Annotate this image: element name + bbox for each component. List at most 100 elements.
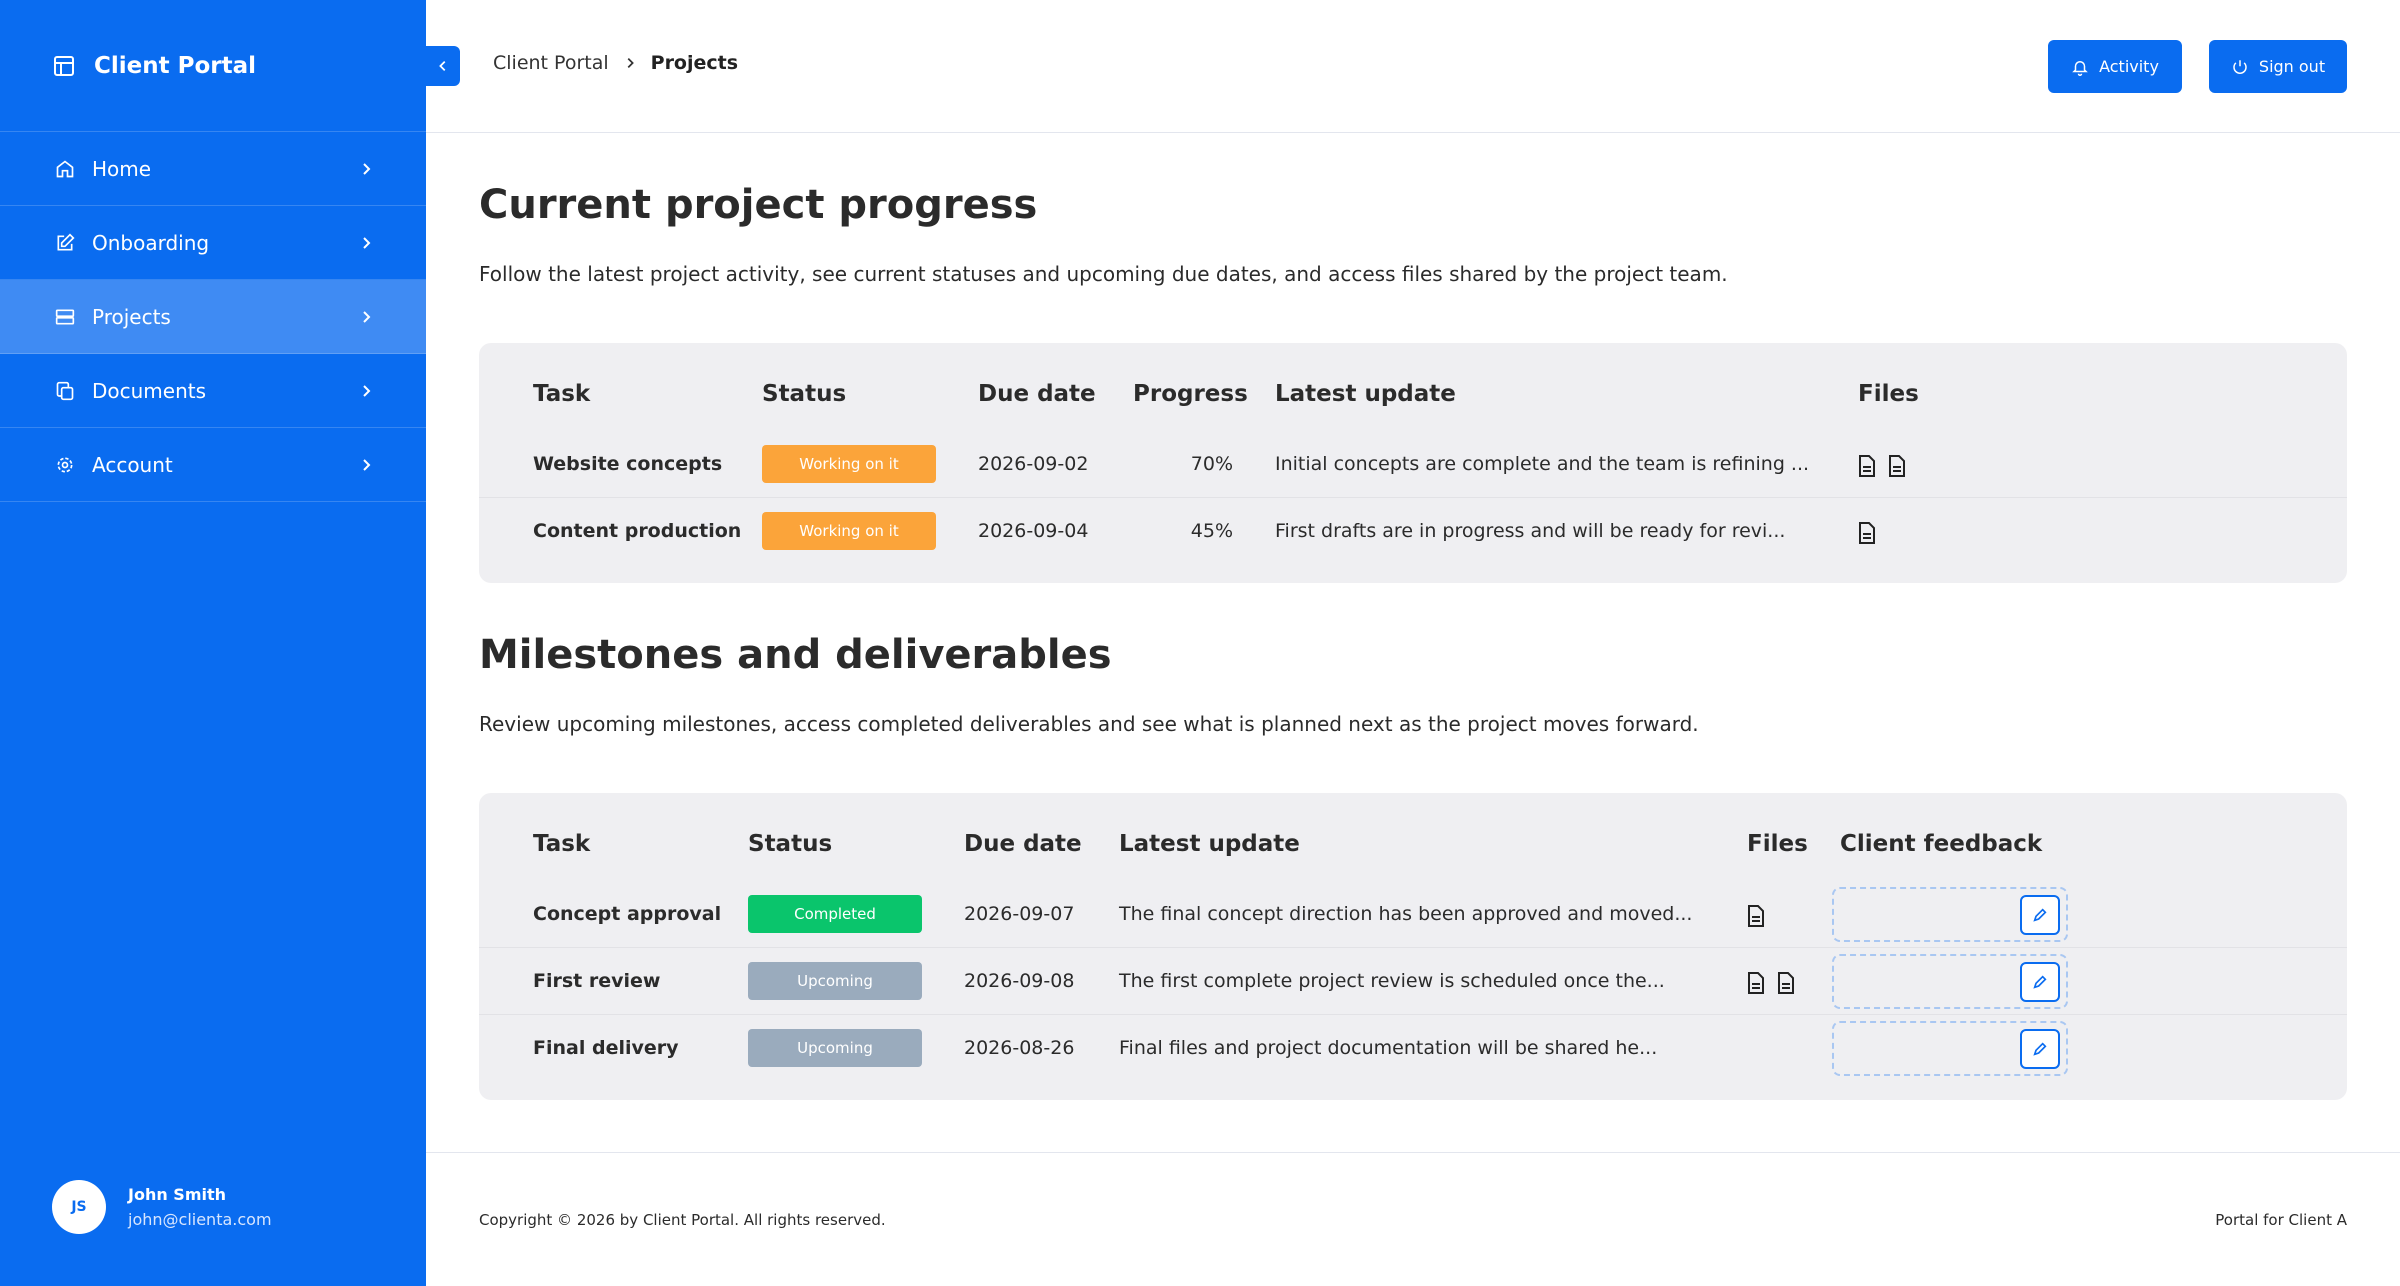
progress-section-description: Follow the latest project activity, see … — [479, 262, 1728, 286]
status-badge: Working on it — [762, 512, 936, 550]
column-header-status: Status — [762, 381, 847, 407]
latest-update: Final files and project documentation wi… — [1119, 1037, 1658, 1059]
latest-update: First drafts are in progress and will be… — [1275, 520, 1786, 542]
milestones-table: Task Status Due date Latest update Files… — [479, 793, 2347, 1100]
chevron-right-icon — [363, 162, 371, 175]
table-row: Concept approval Completed 2026-09-07 Th… — [479, 881, 2347, 948]
pencil-icon — [2033, 975, 2047, 989]
progress-value: 70% — [1190, 453, 1233, 475]
sidebar: Client Portal Home Onboarding Projects D… — [0, 0, 426, 1286]
column-header-client-feedback: Client feedback — [1840, 831, 2043, 857]
breadcrumb-root[interactable]: Client Portal — [493, 52, 609, 74]
sidebar-item-label: Home — [92, 156, 152, 181]
column-header-latest-update: Latest update — [1119, 831, 1300, 857]
column-header-status: Status — [748, 831, 833, 857]
sidebar-item-label: Documents — [92, 378, 207, 403]
task-name: Final delivery — [533, 1037, 679, 1059]
task-name: Content production — [533, 520, 742, 542]
latest-update: The first complete project review is sch… — [1119, 970, 1665, 992]
pencil-icon — [2033, 908, 2047, 922]
column-header-latest-update: Latest update — [1275, 381, 1456, 407]
chevron-right-icon — [363, 458, 371, 471]
avatar: JS — [52, 1180, 106, 1234]
due-date: 2026-09-07 — [964, 903, 1075, 925]
due-date: 2026-08-26 — [964, 1037, 1075, 1059]
sidebar-item-label: Account — [92, 452, 173, 477]
milestones-section-description: Review upcoming milestones, access compl… — [479, 712, 1699, 736]
chevron-right-icon — [627, 58, 634, 68]
table-row: First review Upcoming 2026-09-08 The fir… — [479, 948, 2347, 1015]
brand[interactable]: Client Portal — [0, 0, 426, 132]
collapse-sidebar-button[interactable] — [426, 46, 460, 86]
table-row: Final delivery Upcoming 2026-08-26 Final… — [479, 1015, 2347, 1082]
client-feedback-field[interactable] — [1832, 887, 2068, 942]
latest-update: The final concept direction has been app… — [1119, 903, 1693, 925]
table-row: Content production Working on it 2026-09… — [479, 498, 2347, 565]
sidebar-item-projects[interactable]: Projects — [0, 280, 426, 354]
activity-button[interactable]: Activity — [2048, 40, 2182, 93]
edit-feedback-button[interactable] — [2020, 1029, 2060, 1069]
status-badge: Working on it — [762, 445, 936, 483]
client-feedback-field[interactable] — [1832, 954, 2068, 1009]
edit-icon — [54, 232, 76, 254]
copyright-text: Copyright © 2026 by Client Portal. All r… — [479, 1211, 886, 1229]
gear-icon — [54, 454, 76, 476]
copy-icon — [54, 380, 76, 402]
footer: Copyright © 2026 by Client Portal. All r… — [426, 1152, 2400, 1286]
chevron-right-icon — [363, 236, 371, 249]
sidebar-item-onboarding[interactable]: Onboarding — [0, 206, 426, 280]
column-header-due-date: Due date — [978, 381, 1096, 407]
task-name: Concept approval — [533, 903, 722, 925]
file-icon[interactable] — [1858, 455, 1876, 477]
power-icon — [2233, 59, 2247, 74]
column-header-due-date: Due date — [964, 831, 1082, 857]
home-icon — [54, 158, 76, 180]
sidebar-item-label: Onboarding — [92, 230, 210, 255]
task-name: Website concepts — [533, 453, 723, 475]
server-icon — [54, 306, 76, 328]
milestones-section-title: Milestones and deliverables — [479, 632, 1112, 678]
client-feedback-field[interactable] — [1832, 1021, 2068, 1076]
column-header-task: Task — [533, 381, 591, 407]
column-header-files: Files — [1747, 831, 1808, 857]
sidebar-item-label: Projects — [92, 304, 171, 329]
chevron-left-icon — [439, 61, 446, 71]
column-header-progress: Progress — [1133, 381, 1248, 407]
file-icon[interactable] — [1888, 455, 1906, 477]
status-badge: Completed — [748, 895, 922, 933]
task-name: First review — [533, 970, 661, 992]
due-date: 2026-09-04 — [978, 520, 1089, 542]
file-icon[interactable] — [1777, 972, 1795, 994]
chevron-right-icon — [363, 384, 371, 397]
file-icon[interactable] — [1747, 972, 1765, 994]
latest-update: Initial concepts are complete and the te… — [1275, 453, 1810, 475]
portal-for-text: Portal for Client A — [2215, 1211, 2347, 1229]
bell-icon — [2072, 60, 2088, 76]
column-header-task: Task — [533, 831, 591, 857]
sidebar-item-account[interactable]: Account — [0, 428, 426, 502]
column-header-files: Files — [1858, 381, 1919, 407]
due-date: 2026-09-02 — [978, 453, 1089, 475]
file-icon[interactable] — [1747, 905, 1765, 927]
sidebar-item-home[interactable]: Home — [0, 132, 426, 206]
topbar: Client Portal Projects Activity Sign out — [426, 0, 2400, 133]
user-name: John Smith — [128, 1185, 227, 1204]
activity-label: Activity — [2099, 57, 2159, 76]
pencil-icon — [2033, 1042, 2047, 1056]
user-profile[interactable]: JS John Smith john@clienta.com — [52, 1180, 272, 1234]
sign-out-label: Sign out — [2258, 57, 2326, 76]
breadcrumb-current: Projects — [650, 52, 739, 74]
edit-feedback-button[interactable] — [2020, 962, 2060, 1002]
layout-icon — [54, 55, 74, 76]
sign-out-button[interactable]: Sign out — [2209, 40, 2347, 93]
sidebar-item-documents[interactable]: Documents — [0, 354, 426, 428]
breadcrumb: Client Portal Projects — [493, 52, 738, 74]
due-date: 2026-09-08 — [964, 970, 1075, 992]
progress-section-title: Current project progress — [479, 182, 1038, 228]
status-badge: Upcoming — [748, 1029, 922, 1067]
progress-value: 45% — [1190, 520, 1233, 542]
brand-title: Client Portal — [94, 52, 257, 79]
chevron-right-icon — [363, 310, 371, 323]
edit-feedback-button[interactable] — [2020, 895, 2060, 935]
file-icon[interactable] — [1858, 522, 1876, 544]
